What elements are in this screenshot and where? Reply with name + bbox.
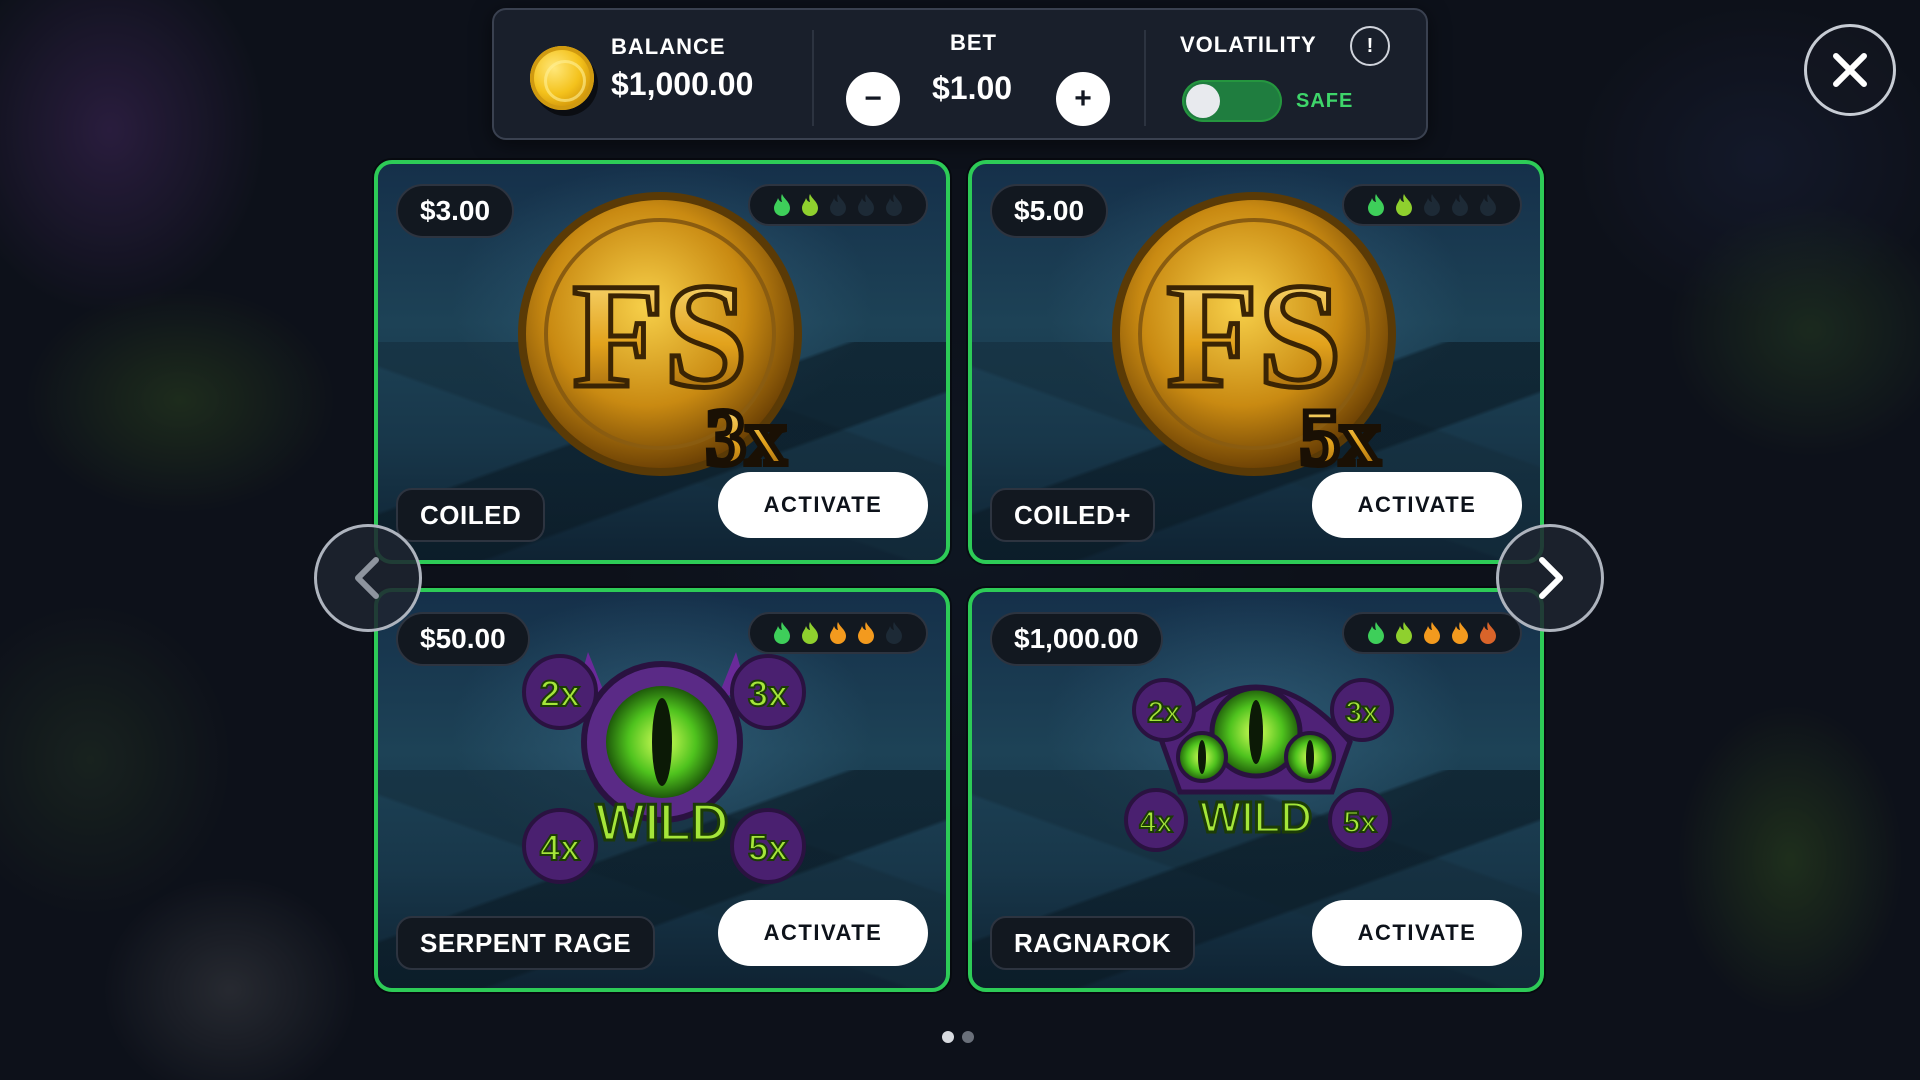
flame-icon <box>1396 622 1412 644</box>
flame-icon <box>886 622 902 644</box>
next-page-button[interactable] <box>1496 524 1604 632</box>
flame-icon <box>1396 194 1412 216</box>
volatility-info-button[interactable]: ! <box>1350 26 1390 66</box>
volatility-mode-label: SAFE <box>1296 90 1354 112</box>
volatility-flames <box>1342 184 1522 226</box>
activate-button[interactable]: ACTIVATE <box>718 472 928 538</box>
bet-panel: BALANCE $1,000.00 BET − $1.00 + VOLATILI… <box>492 8 1428 140</box>
flame-icon <box>1452 194 1468 216</box>
bet-increase-button[interactable]: + <box>1056 72 1110 126</box>
flame-icon <box>1452 622 1468 644</box>
divider <box>1144 30 1146 126</box>
feature-card-coiled-plus: FS 5x $5.00 COILED+ ACTIVATE <box>968 160 1544 564</box>
card-name: COILED <box>396 488 546 542</box>
flame-icon <box>802 194 818 216</box>
flame-icon <box>1368 194 1384 216</box>
close-icon <box>1833 53 1867 87</box>
flame-icon <box>802 622 818 644</box>
svg-text:4x: 4x <box>540 827 580 868</box>
feature-card-coiled: FS 3x $3.00 COILED ACTIVATE <box>374 160 950 564</box>
multiplier-text: 3x <box>706 394 786 482</box>
activate-button[interactable]: ACTIVATE <box>1312 900 1522 966</box>
bet-value: $1.00 <box>932 70 1013 106</box>
bet-decrease-button[interactable]: − <box>846 72 900 126</box>
feature-card-ragnarok: 2x 3x 4x 5x WILD $1,000.00 RAGNAROK ACTI… <box>968 588 1544 992</box>
svg-text:2x: 2x <box>1147 696 1181 729</box>
card-name: RAGNAROK <box>990 916 1196 970</box>
card-name: COILED+ <box>990 488 1155 542</box>
close-button[interactable] <box>1804 24 1896 116</box>
flame-icon <box>1480 622 1496 644</box>
wild-text: WILD <box>596 794 729 852</box>
volatility-flames <box>1342 612 1522 654</box>
flame-icon <box>886 194 902 216</box>
balance-value: $1,000.00 <box>611 66 754 102</box>
svg-text:4x: 4x <box>1139 806 1173 839</box>
flame-icon <box>1424 194 1440 216</box>
volatility-toggle[interactable] <box>1182 80 1282 122</box>
pagination-dot[interactable] <box>962 1031 974 1043</box>
chevron-left-icon <box>355 557 379 599</box>
card-price: $5.00 <box>990 184 1109 238</box>
volatility-flames <box>748 612 928 654</box>
pagination-dots <box>942 1031 974 1043</box>
card-price: $3.00 <box>396 184 515 238</box>
flame-icon <box>858 194 874 216</box>
activate-button[interactable]: ACTIVATE <box>1312 472 1522 538</box>
prev-page-button[interactable] <box>314 524 422 632</box>
card-price: $50.00 <box>396 612 530 666</box>
activate-button[interactable]: ACTIVATE <box>718 900 928 966</box>
svg-text:2x: 2x <box>540 673 580 714</box>
svg-text:5x: 5x <box>748 827 788 868</box>
svg-text:3x: 3x <box>1345 696 1379 729</box>
wild-text: WILD <box>1200 793 1312 842</box>
svg-text:5x: 5x <box>1343 806 1377 839</box>
bet-label: BET <box>950 30 997 55</box>
background <box>0 0 1920 1080</box>
feature-card-serpent-rage: 2x 3x 4x 5x WILD $50.00 SERPENT RAGE ACT… <box>374 588 950 992</box>
flame-icon <box>774 622 790 644</box>
multiplier-text: 5x <box>1300 394 1380 482</box>
flame-icon <box>830 194 846 216</box>
card-price: $1,000.00 <box>990 612 1163 666</box>
flame-icon <box>1480 194 1496 216</box>
toggle-knob <box>1186 84 1220 118</box>
chevron-right-icon <box>1539 557 1563 599</box>
pagination-dot[interactable] <box>942 1031 954 1043</box>
coin-icon <box>530 46 594 110</box>
volatility-label: VOLATILITY <box>1180 32 1317 57</box>
balance-label: BALANCE <box>611 34 726 59</box>
card-name: SERPENT RAGE <box>396 916 656 970</box>
flame-icon <box>1368 622 1384 644</box>
svg-text:3x: 3x <box>748 673 788 714</box>
volatility-flames <box>748 184 928 226</box>
flame-icon <box>830 622 846 644</box>
divider <box>812 30 814 126</box>
flame-icon <box>1424 622 1440 644</box>
flame-icon <box>858 622 874 644</box>
flame-icon <box>774 194 790 216</box>
